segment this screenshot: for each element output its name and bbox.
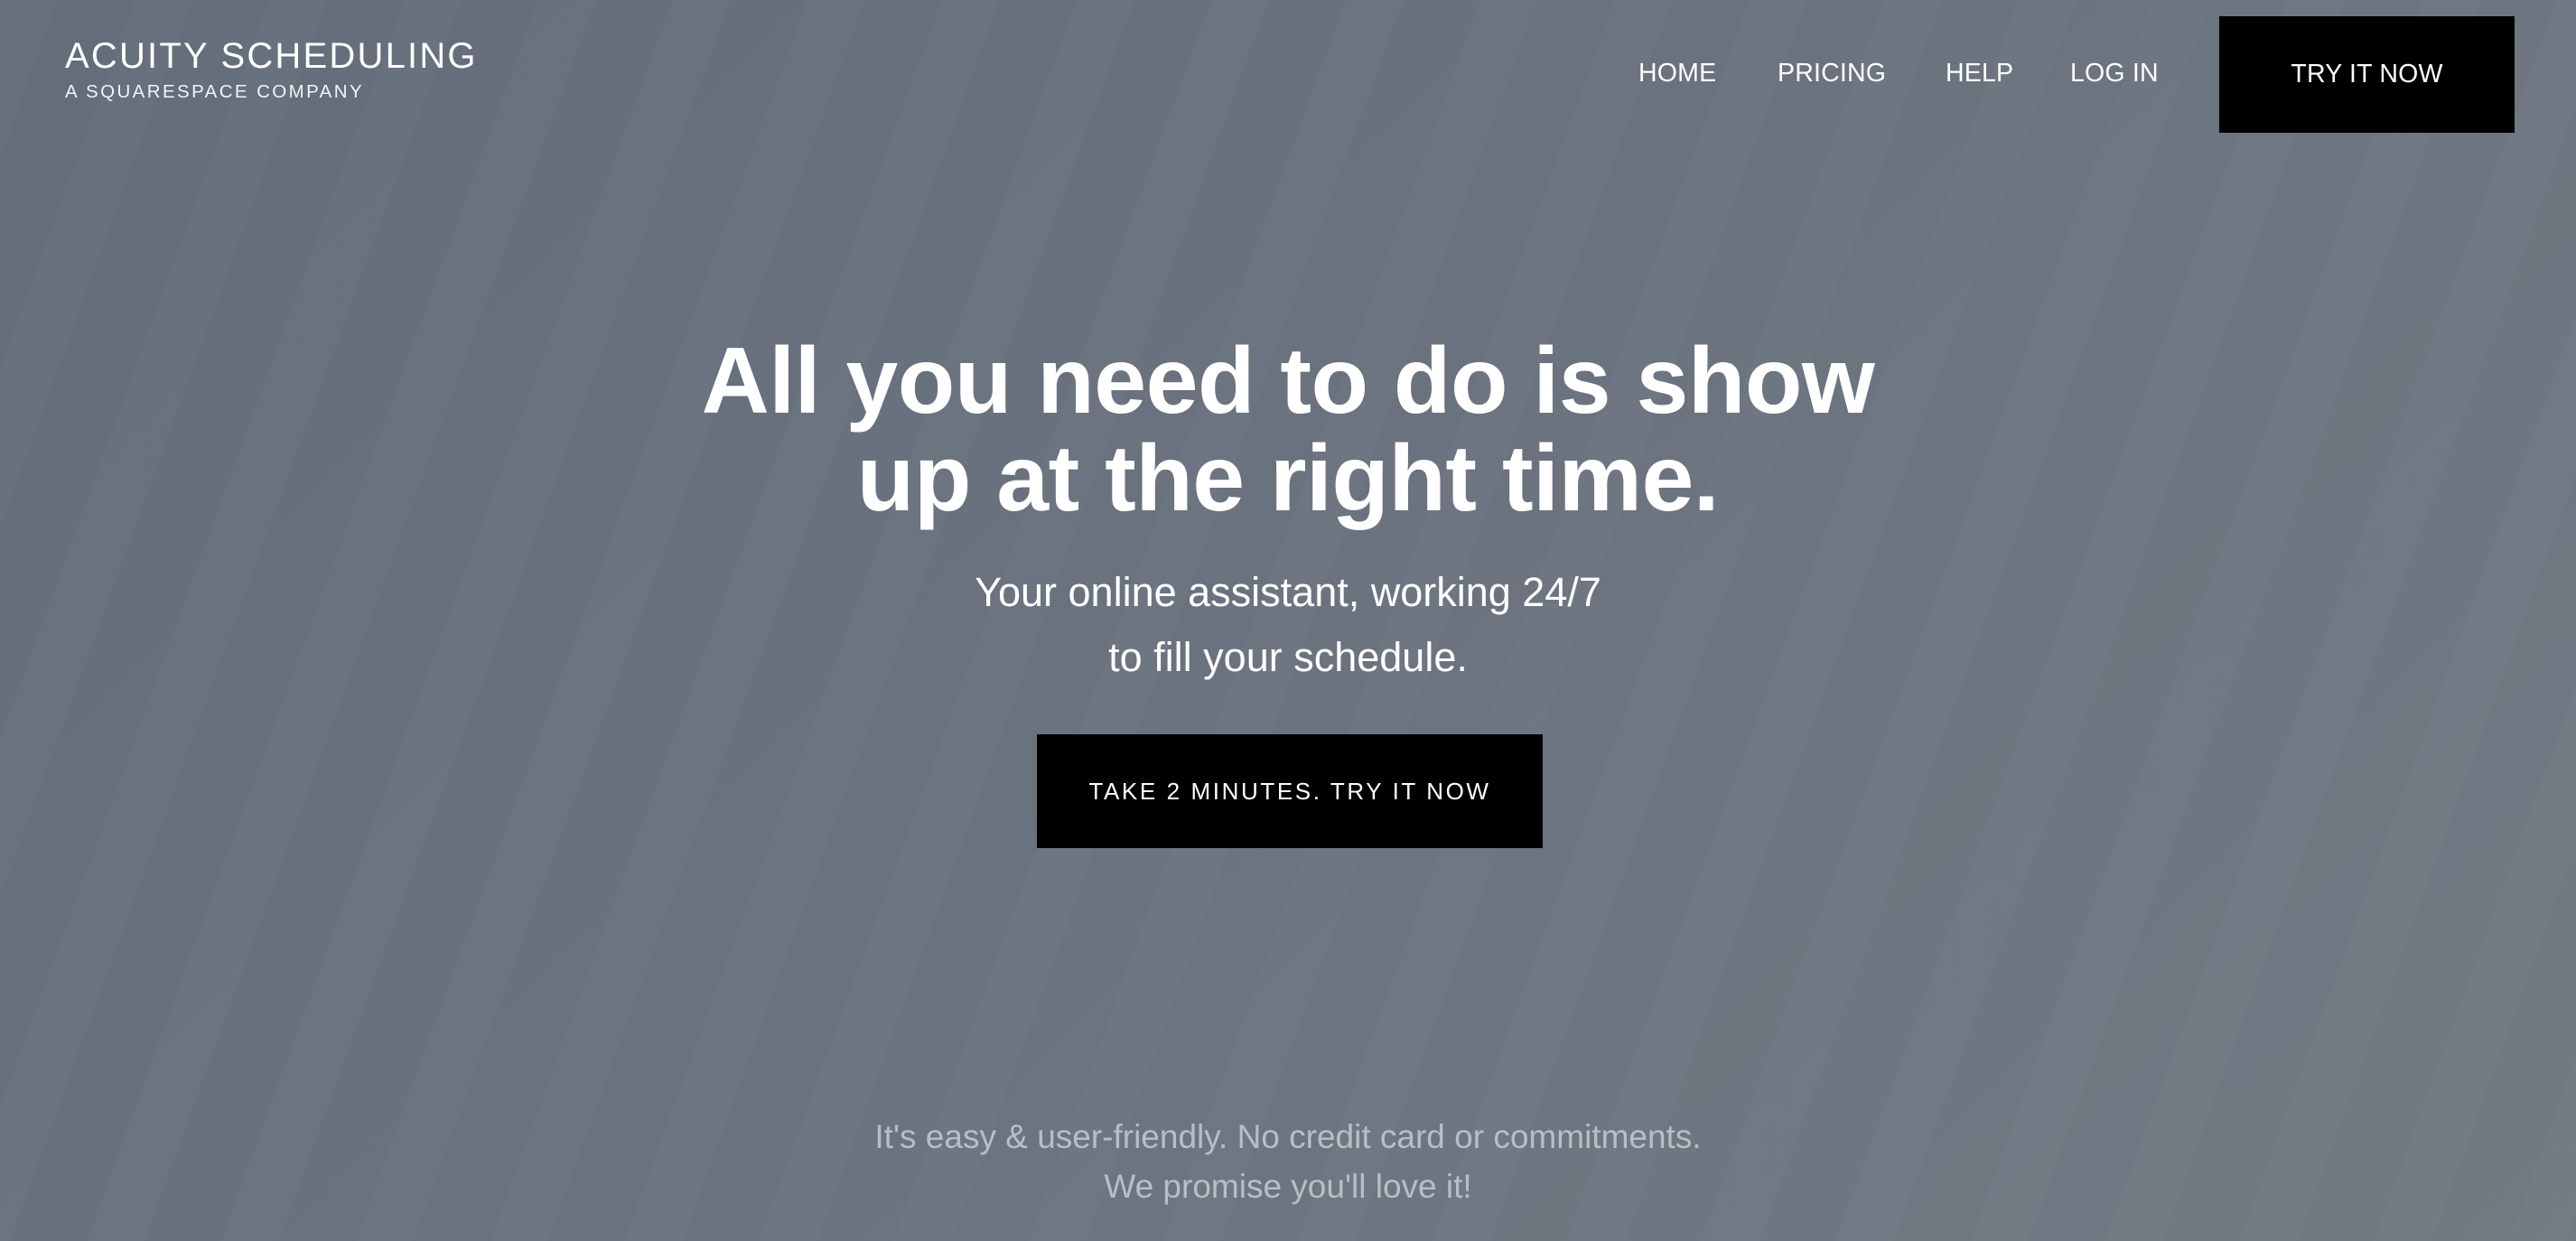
- nav-link-login[interactable]: LOG IN: [2070, 57, 2159, 89]
- take-2-minutes-try-it-now-button[interactable]: TAKE 2 MINUTES. TRY IT NOW: [1037, 734, 1543, 848]
- hero-subtitle: Your online assistant, working 24/7 to f…: [0, 560, 2576, 690]
- brand-logo[interactable]: ACUITY SCHEDULING A SQUARESPACE COMPANY: [65, 36, 478, 103]
- reassurance-line-1: It's easy & user-friendly. No credit car…: [874, 1118, 1702, 1155]
- hero-title-line-2: up at the right time.: [856, 426, 1720, 531]
- hero-subtitle-line-1: Your online assistant, working 24/7: [975, 569, 1601, 615]
- hero-subtitle-line-2: to fill your schedule.: [1108, 634, 1468, 680]
- reassurance-line-2: We promise you'll love it!: [1104, 1168, 1472, 1205]
- nav-link-help[interactable]: HELP: [1946, 57, 2013, 89]
- hero-title: All you need to do is show up at the rig…: [0, 332, 2576, 527]
- brand-title: ACUITY SCHEDULING: [65, 36, 478, 76]
- brand-subtitle: A SQUARESPACE COMPANY: [65, 81, 365, 102]
- nav-link-pricing[interactable]: PRICING: [1778, 57, 1886, 89]
- nav-link-home[interactable]: HOME: [1638, 57, 1716, 89]
- reassurance-note: It's easy & user-friendly. No credit car…: [0, 1112, 2576, 1211]
- try-it-now-button[interactable]: TRY IT NOW: [2219, 16, 2515, 133]
- hero-title-line-1: All you need to do is show: [701, 329, 1875, 434]
